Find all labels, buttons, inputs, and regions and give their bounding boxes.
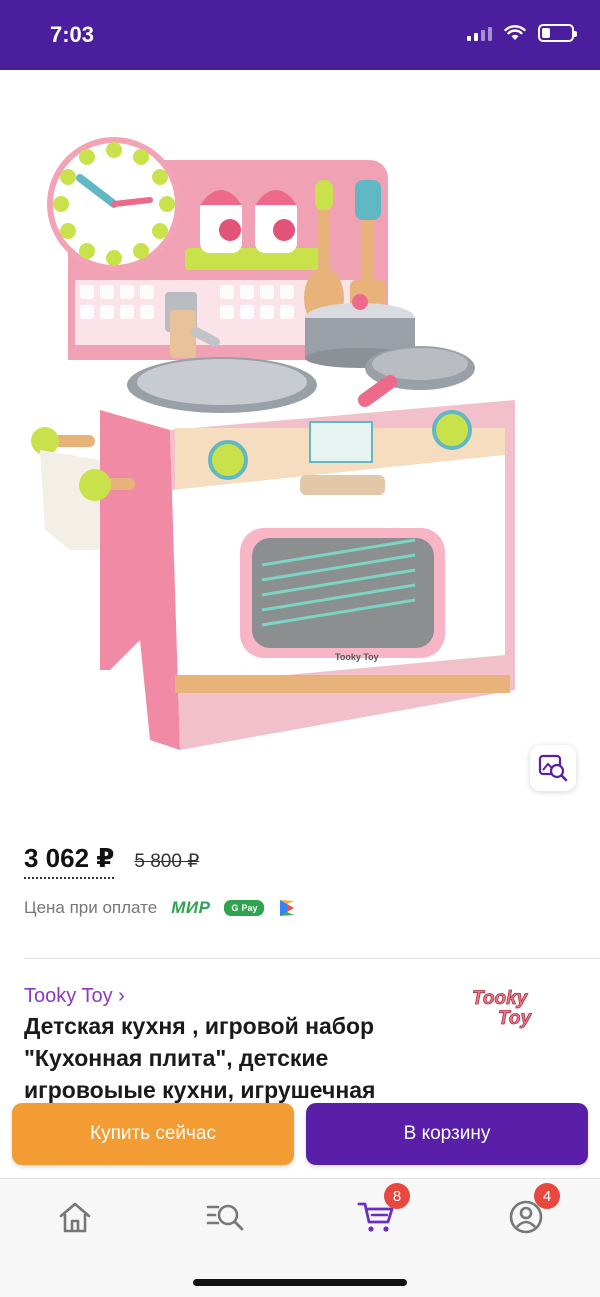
home-indicator (193, 1279, 407, 1286)
payment-label: Цена при оплате (24, 898, 158, 917)
product-image-gallery[interactable]: Tooky Toy (0, 70, 600, 815)
catalog-search-icon (206, 1204, 244, 1231)
price-current[interactable]: 3 062 ₽ (24, 843, 115, 879)
buy-now-button[interactable]: Купить сейчас (12, 1103, 294, 1165)
image-search-button[interactable] (530, 745, 576, 791)
signal-icon (467, 25, 492, 41)
gpay-logo: G Pay (224, 900, 265, 916)
divider (24, 958, 600, 959)
battery-icon (538, 24, 577, 42)
product-photo-toy-kitchen: Tooky Toy (31, 137, 520, 750)
brand-logo[interactable]: Tooky Toy (468, 982, 568, 1032)
payment-methods: Цена при оплате МИР G Pay (24, 898, 296, 918)
tab-catalog[interactable] (205, 1197, 245, 1237)
profile-badge: 4 (534, 1183, 560, 1209)
tab-home[interactable] (55, 1197, 95, 1237)
sbp-icon (280, 900, 295, 916)
cart-badge: 8 (384, 1183, 410, 1209)
add-to-cart-button[interactable]: В корзину (306, 1103, 588, 1165)
product-photo-logo: Tooky Toy (335, 652, 379, 662)
status-bar: 7:03 (0, 0, 600, 70)
status-icons (467, 24, 577, 42)
mir-logo: МИР (171, 898, 211, 917)
brand-link[interactable]: Tooky Toy › (24, 985, 125, 1008)
wifi-icon (504, 25, 526, 40)
price-old: 5 800 ₽ (134, 851, 200, 872)
product-title: Детская кухня , игровой набор "Кухонная … (24, 1013, 376, 1103)
tab-cart[interactable]: 8 (356, 1183, 410, 1237)
status-time: 7:03 (50, 22, 95, 47)
bottom-tab-bar: 8 4 (0, 1178, 600, 1297)
home-icon (59, 1202, 91, 1233)
tab-profile[interactable]: 4 (506, 1183, 560, 1237)
svg-text:Toy: Toy (498, 1008, 533, 1029)
price-row: 3 062 ₽ 5 800 ₽ (24, 843, 199, 879)
gpay-g-icon: G (231, 903, 239, 913)
svg-text:Tooky: Tooky (472, 988, 529, 1009)
image-search-icon (538, 754, 568, 782)
